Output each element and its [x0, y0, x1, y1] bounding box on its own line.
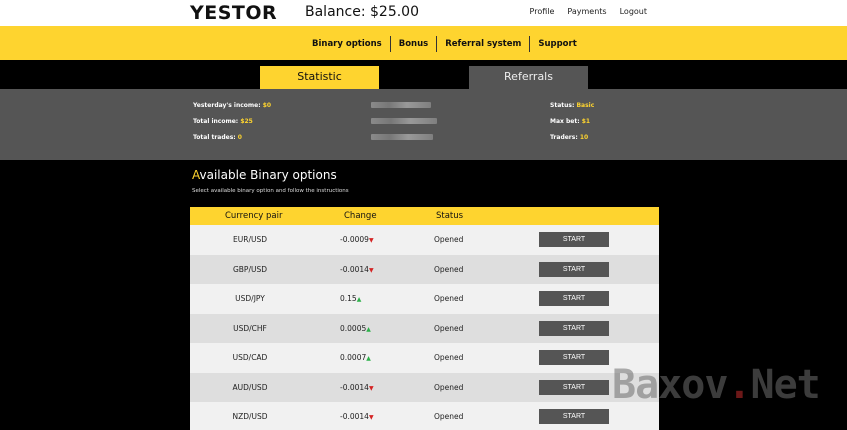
- start-button[interactable]: START: [539, 291, 609, 306]
- section-subtitle: Select available binary option and follo…: [192, 188, 349, 194]
- currency-pair: USD/CAD: [232, 353, 268, 362]
- blurred-info: [371, 118, 437, 124]
- stat-total-income: Total income: $25: [193, 118, 253, 125]
- stat-total-trades: Total trades: 0: [193, 134, 242, 141]
- change-value: 0.0005▲: [340, 323, 371, 333]
- stat-max-bet: Max bet: $1: [550, 118, 590, 125]
- table-body: EUR/USD -0.0009▼ Opened START GBP/USD -0.0014…: [190, 225, 659, 430]
- title-initial: A: [192, 168, 200, 182]
- blurred-info: [371, 102, 431, 108]
- start-button[interactable]: START: [539, 320, 609, 336]
- nav-binary-options[interactable]: Binary options: [304, 39, 390, 49]
- main-nav-bar: Binary options Bonus Referral system Sup…: [0, 26, 847, 60]
- arrow-down-icon: ▼: [368, 414, 374, 421]
- stat-traders: Traders: 10: [550, 134, 588, 141]
- watermark: Baxov.Net: [612, 362, 821, 408]
- change-value: -0.0014▼: [340, 382, 374, 392]
- stat-label: Total trades:: [193, 134, 236, 141]
- logo: YESTOR: [190, 2, 278, 24]
- binary-options-table: Currency pair Change Status EUR/USD -0.00…: [190, 207, 659, 430]
- tab-referrals[interactable]: Referrals: [469, 66, 588, 90]
- table-header: Currency pair Change Status: [190, 207, 659, 225]
- column-header-currency-pair: Currency pair: [225, 211, 283, 221]
- currency-pair: AUD/USD: [232, 382, 268, 392]
- stat-label: Status:: [550, 102, 575, 109]
- stat-value: $25: [240, 118, 253, 125]
- start-button[interactable]: START: [539, 409, 609, 424]
- column-header-status: Status: [436, 211, 464, 221]
- change-value: 0.15▲: [340, 294, 362, 303]
- stat-value: 0: [237, 134, 242, 141]
- statistics-panel: Yesterday's income: $0 Total income: $25…: [0, 89, 847, 160]
- stat-label: Total income:: [193, 118, 239, 125]
- change-value: 0.0007▲: [340, 353, 371, 362]
- blurred-info: [371, 134, 433, 140]
- arrow-up-icon: ▲: [356, 296, 362, 303]
- nav-referral-system[interactable]: Referral system: [437, 39, 529, 49]
- arrow-up-icon: ▲: [366, 355, 371, 362]
- page: YESTOR Balance: $25.00 Profile Payments …: [0, 0, 847, 430]
- nav-bonus[interactable]: Bonus: [391, 39, 436, 49]
- arrow-down-icon: ▼: [368, 384, 374, 392]
- logout-link[interactable]: Logout: [620, 7, 647, 16]
- tab-statistic[interactable]: Statistic: [260, 66, 379, 97]
- start-button[interactable]: START: [539, 232, 609, 247]
- balance-display: Balance: $25.00: [305, 4, 419, 20]
- status-text: Opened: [434, 235, 464, 244]
- start-button[interactable]: START: [539, 379, 609, 395]
- title-text: vailable Binary options: [199, 168, 337, 182]
- table-row: USD/CHF 0.0005▲ Opened START: [190, 313, 659, 343]
- stat-yesterday-income: Yesterday's income: $0: [193, 102, 271, 109]
- status-text: Opened: [434, 323, 464, 333]
- arrow-down-icon: ▼: [368, 237, 374, 244]
- stat-status: Status: Basic: [550, 102, 594, 109]
- arrow-down-icon: ▼: [368, 266, 374, 274]
- start-button[interactable]: START: [539, 261, 609, 277]
- stat-value: $1: [581, 118, 591, 125]
- profile-link[interactable]: Profile: [530, 7, 555, 16]
- table-row: AUD/USD -0.0014▼ Opened START: [190, 372, 659, 402]
- payments-link[interactable]: Payments: [567, 7, 606, 16]
- table-row: NZD/USD -0.0014▼ Opened START: [190, 402, 659, 430]
- column-header-change: Change: [344, 211, 377, 221]
- stat-label: Traders:: [550, 134, 578, 141]
- status-text: Opened: [434, 264, 464, 274]
- stat-value: 10: [579, 134, 589, 141]
- table-row: USD/JPY 0.15▲ Opened START: [190, 284, 659, 314]
- account-links: Profile Payments Logout: [517, 7, 647, 16]
- currency-pair: USD/JPY: [235, 294, 265, 303]
- change-value: -0.0014▼: [340, 264, 374, 274]
- currency-pair: EUR/USD: [233, 235, 267, 244]
- table-row: USD/CAD 0.0007▲ Opened START: [190, 343, 659, 373]
- currency-pair: GBP/USD: [232, 264, 268, 274]
- status-text: Opened: [434, 353, 464, 362]
- arrow-up-icon: ▲: [366, 325, 371, 333]
- main-nav: Binary options Bonus Referral system Sup…: [304, 35, 585, 53]
- start-button[interactable]: START: [539, 350, 609, 365]
- stat-label: Yesterday's income:: [193, 102, 261, 109]
- status-text: Opened: [434, 294, 464, 303]
- currency-pair: USD/CHF: [233, 323, 267, 333]
- section-title: Available Binary options: [192, 168, 337, 182]
- stat-value: Basic: [576, 102, 595, 109]
- table-row: GBP/USD -0.0014▼ Opened START: [190, 254, 659, 284]
- nav-support[interactable]: Support: [530, 39, 584, 49]
- status-text: Opened: [434, 382, 464, 392]
- stat-value: $0: [262, 102, 272, 109]
- change-value: -0.0014▼: [340, 412, 374, 421]
- change-value: -0.0009▼: [340, 235, 374, 244]
- top-header: YESTOR Balance: $25.00 Profile Payments …: [0, 0, 847, 26]
- table-row: EUR/USD -0.0009▼ Opened START: [190, 225, 659, 255]
- currency-pair: NZD/USD: [232, 412, 268, 421]
- status-text: Opened: [434, 412, 464, 421]
- stat-label: Max bet:: [550, 118, 580, 125]
